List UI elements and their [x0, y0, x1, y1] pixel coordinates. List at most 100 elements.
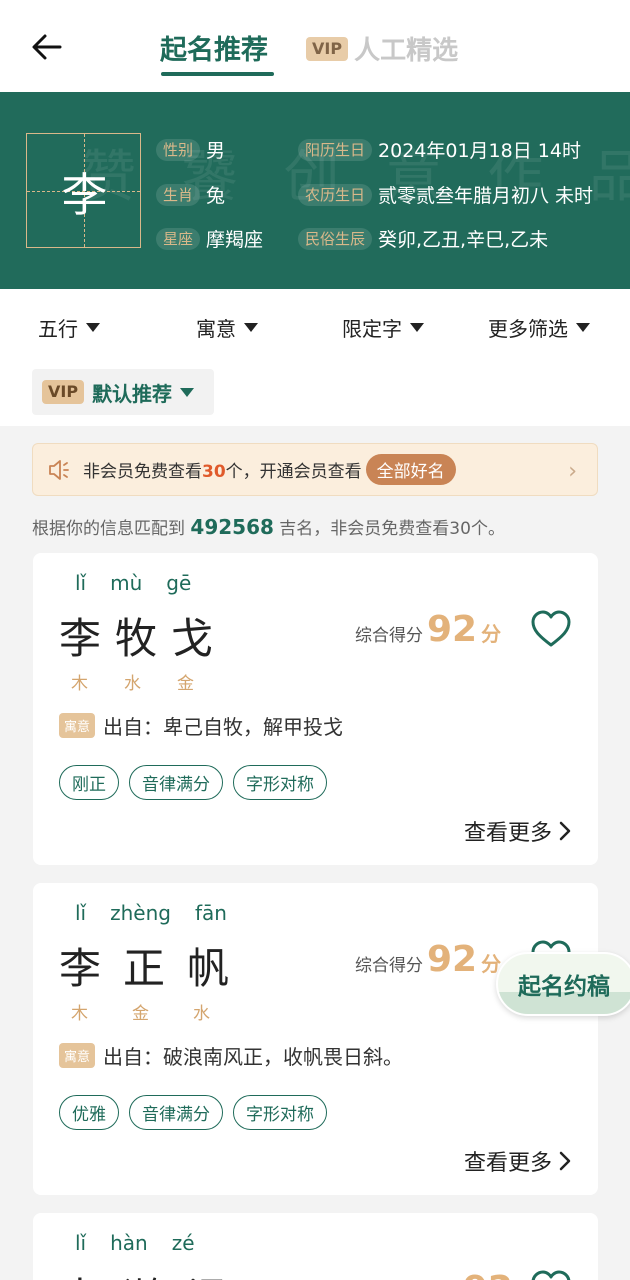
name-char: 牧: [115, 614, 158, 663]
score-label: 综合得分: [355, 956, 423, 976]
name-characters: 李 牧 戈: [59, 605, 227, 666]
solar-birthday-row: 阳历生日 2024年01月18日 14时: [298, 136, 581, 163]
zodiac-value: 兔: [206, 185, 226, 207]
view-more-button[interactable]: 查看更多: [464, 1145, 572, 1177]
meaning-text: 出自：卑己自牧，解甲投戈: [103, 715, 344, 739]
pinyin: fān: [194, 901, 227, 925]
solar-birthday-label: 阳历生日: [298, 138, 373, 161]
name-card[interactable]: lǐ hàn zé 李 瀚 泽 92: [33, 1213, 598, 1280]
bazi-row: 民俗生辰 癸卯,乙丑,辛巳,乙未: [298, 225, 548, 252]
feature-chip: 刚正: [59, 765, 119, 800]
profile-banner: 赞 饕 创 意 作 品 集 李 性别 男 生肖 兔 星座 摩羯座 阳历生日 20…: [0, 92, 630, 289]
sort-dropdown[interactable]: VIP 默认推荐: [32, 369, 214, 415]
lunar-birthday-value: 贰零贰叁年腊月初八 未时: [378, 185, 594, 207]
score-value: 92: [427, 939, 478, 980]
filter-label: 更多筛选: [488, 317, 568, 341]
feature-chip: 音律满分: [129, 1095, 223, 1130]
overall-score: 92: [463, 1269, 513, 1280]
gender-label: 性别: [156, 138, 201, 161]
name-char: 帆: [187, 944, 230, 993]
meaning-tag: 寓意: [59, 1043, 96, 1068]
dropdown-arrow-icon: [86, 323, 100, 332]
tab-vip-label: 人工精选: [354, 36, 459, 66]
filter-bar: 五行 寓意 限定字 更多筛选 VIP 默认推荐: [0, 289, 630, 426]
name-char: 泽: [187, 1265, 229, 1280]
filter-wuxing[interactable]: 五行: [38, 313, 100, 342]
pinyin-row: lǐ zhèng fān: [75, 901, 251, 925]
meaning-row: 寓意 出自：破浪南风正，收帆畏日斜。: [59, 1041, 403, 1070]
dropdown-arrow-icon: [576, 323, 590, 332]
name-characters: 李 正 帆: [59, 935, 243, 996]
view-more-label: 查看更多: [463, 1151, 552, 1176]
heart-icon[interactable]: [529, 1268, 573, 1280]
meaning-row: 寓意 出自：卑己自牧，解甲投戈: [59, 711, 343, 740]
all-names-pill[interactable]: 全部好名: [365, 454, 456, 485]
vip-badge: VIP: [306, 36, 349, 61]
lunar-birthday-label: 农历生日: [298, 183, 373, 206]
arrow-left-icon[interactable]: [30, 30, 64, 64]
name-card[interactable]: lǐ mù gē 李 牧 戈 木 水 金 综合得分 92 分 寓意 出自：卑己自…: [33, 553, 598, 865]
surname-box: 李: [26, 133, 141, 248]
pinyin: lǐ: [75, 1231, 87, 1255]
constellation-value: 摩羯座: [206, 229, 264, 251]
match-summary: 根据你的信息匹配到 492568 吉名，非会员免费查看30个。: [32, 514, 505, 539]
wuxing-row: 木 金 水: [71, 999, 246, 1024]
name-char: 戈: [171, 614, 214, 663]
lunar-birthday-row: 农历生日 贰零贰叁年腊月初八 未时: [298, 181, 593, 208]
wuxing: 金: [177, 674, 194, 694]
speaker-icon: [49, 459, 69, 480]
filter-meaning[interactable]: 寓意: [196, 313, 258, 342]
dropdown-arrow-icon: [244, 323, 258, 332]
match-suffix: 吉名，非会员免费查看30个。: [273, 519, 505, 539]
match-count: 492568: [190, 515, 274, 539]
chevron-right-icon: [559, 1151, 571, 1171]
naming-commission-label: 起名约稿: [518, 974, 610, 1000]
wuxing: 木: [71, 1004, 88, 1024]
tab-manual-selection[interactable]: VIP 人工精选: [306, 30, 458, 67]
wuxing: 水: [193, 1004, 210, 1024]
gender-value: 男: [206, 140, 226, 162]
name-char: 李: [59, 1265, 101, 1280]
name-char: 瀚: [123, 1265, 165, 1280]
chevron-right-icon: [559, 821, 571, 841]
membership-notice[interactable]: 非会员免费查看30个，开通会员查看 全部好名 ›: [32, 443, 598, 496]
filter-more[interactable]: 更多筛选: [488, 313, 590, 342]
naming-commission-button[interactable]: 起名约稿: [496, 952, 630, 1016]
pinyin: lǐ: [75, 571, 87, 595]
feature-chip: 优雅: [59, 1095, 119, 1130]
feature-tags: 刚正 音律满分 字形对称: [59, 765, 327, 800]
filter-label: 五行: [38, 317, 78, 341]
view-more-button[interactable]: 查看更多: [464, 815, 572, 847]
pinyin: gē: [166, 571, 192, 595]
top-header: 起名推荐 VIP 人工精选: [0, 0, 630, 92]
notice-text: 非会员免费查看30个，开通会员查看: [83, 457, 362, 482]
wuxing: 木: [71, 674, 88, 694]
constellation-label: 星座: [156, 227, 201, 250]
name-char: 李: [59, 944, 102, 993]
sort-label: 默认推荐: [92, 381, 173, 406]
pinyin: lǐ: [75, 901, 87, 925]
name-characters: 李 瀚 泽: [59, 1265, 243, 1280]
bazi-label: 民俗生辰: [298, 227, 373, 250]
meaning-tag: 寓意: [59, 713, 96, 738]
score-label: 综合得分: [355, 626, 423, 646]
bazi-value: 癸卯,乙丑,辛巳,乙未: [378, 229, 549, 251]
name-char: 李: [59, 614, 102, 663]
heart-icon[interactable]: [529, 608, 573, 652]
wuxing-row: 木 水 金: [71, 669, 230, 694]
dropdown-arrow-icon: [180, 387, 195, 397]
constellation-row: 星座 摩羯座: [156, 225, 263, 252]
feature-chip: 字形对称: [233, 1095, 327, 1130]
notice-count: 30: [202, 462, 226, 482]
filter-limited-char[interactable]: 限定字: [342, 313, 424, 342]
pinyin: hàn: [110, 1231, 148, 1255]
pinyin-row: lǐ hàn zé: [75, 1231, 219, 1255]
score-value: 92: [463, 1269, 513, 1280]
name-card[interactable]: lǐ zhèng fān 李 正 帆 木 金 水 综合得分 92 分 寓意 出自…: [33, 883, 598, 1195]
tab-name-recommend[interactable]: 起名推荐: [160, 28, 268, 67]
dropdown-arrow-icon: [410, 323, 424, 332]
overall-score: 综合得分 92 分: [355, 939, 501, 980]
name-char: 正: [123, 944, 166, 993]
zodiac-label: 生肖: [156, 183, 201, 206]
notice-text-a: 非会员免费查看: [83, 462, 202, 482]
